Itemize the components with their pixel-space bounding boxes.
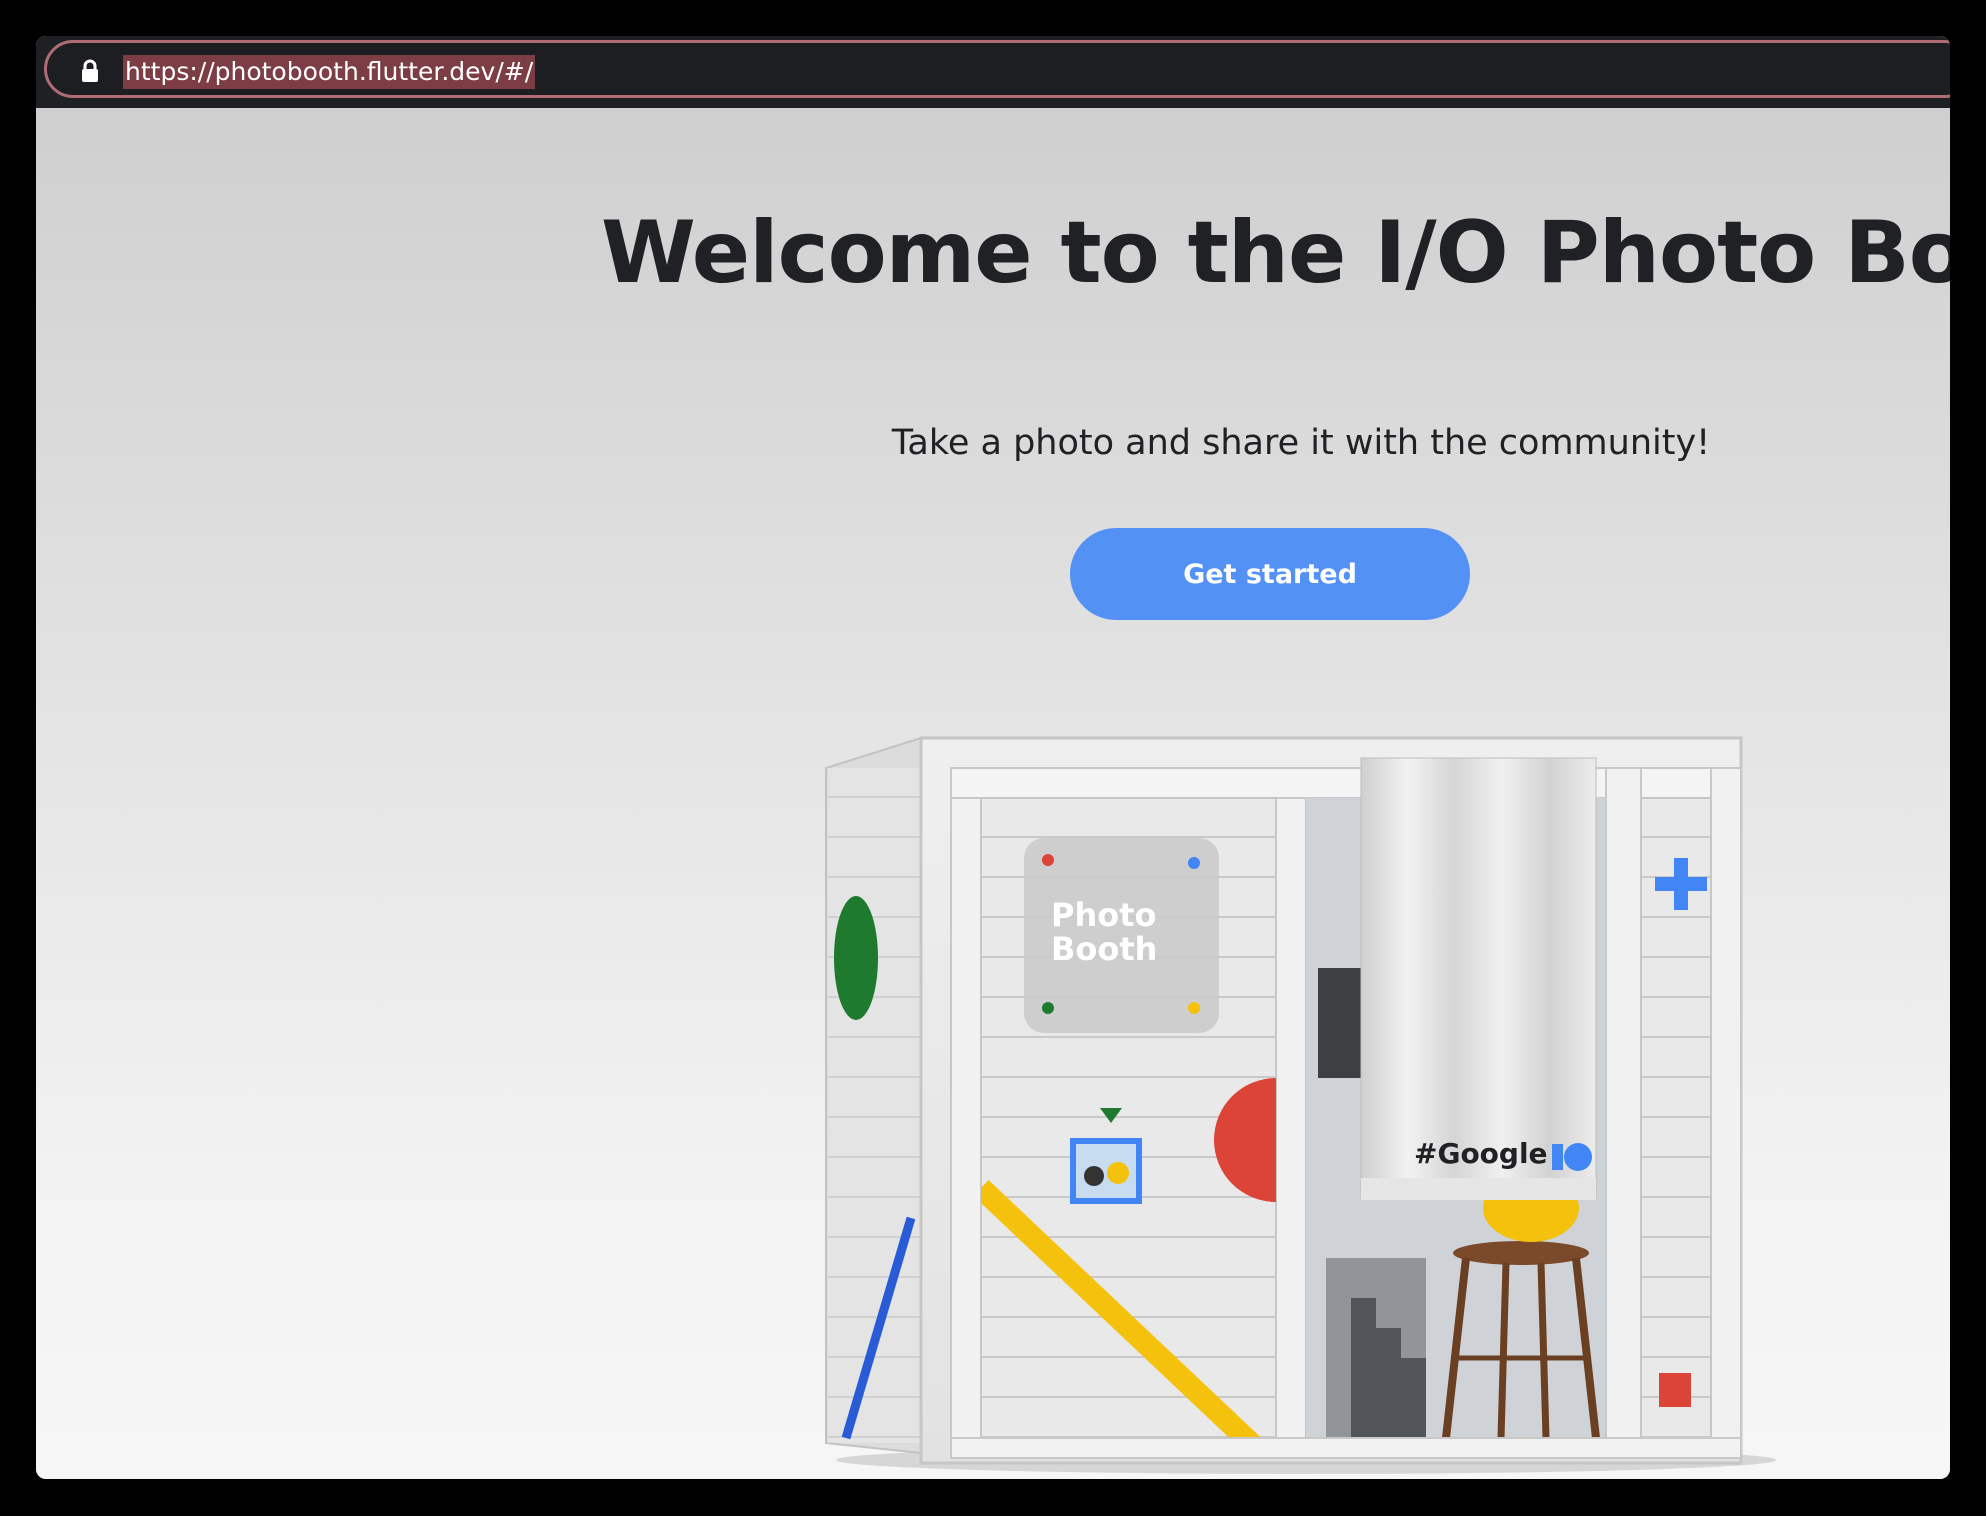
landing-page: Welcome to the I/O Photo Booth Take a ph…	[36, 108, 1950, 1479]
curtain	[1360, 757, 1597, 1199]
red-square	[1659, 1373, 1691, 1407]
page-subtitle: Take a photo and share it with the commu…	[891, 423, 1711, 463]
hashtag-text: #Google	[1414, 1137, 1548, 1170]
green-half-circle	[834, 896, 878, 1020]
get-started-button[interactable]: Get started	[1070, 528, 1470, 620]
lock-icon	[82, 59, 98, 82]
address-bar: https://photobooth.flutter.dev/#/	[36, 36, 1950, 108]
page-title: Welcome to the I/O Photo Booth	[601, 203, 1950, 303]
photo-booth-illustration: Photo Booth #Google	[825, 736, 1776, 1474]
url-field[interactable]: https://photobooth.flutter.dev/#/	[44, 40, 1950, 98]
browser-window: https://photobooth.flutter.dev/#/ Welcom…	[36, 36, 1950, 1479]
sign-line-2: Booth	[1051, 930, 1157, 968]
sign-line-1: Photo	[1051, 896, 1157, 934]
url-text[interactable]: https://photobooth.flutter.dev/#/	[123, 55, 536, 89]
